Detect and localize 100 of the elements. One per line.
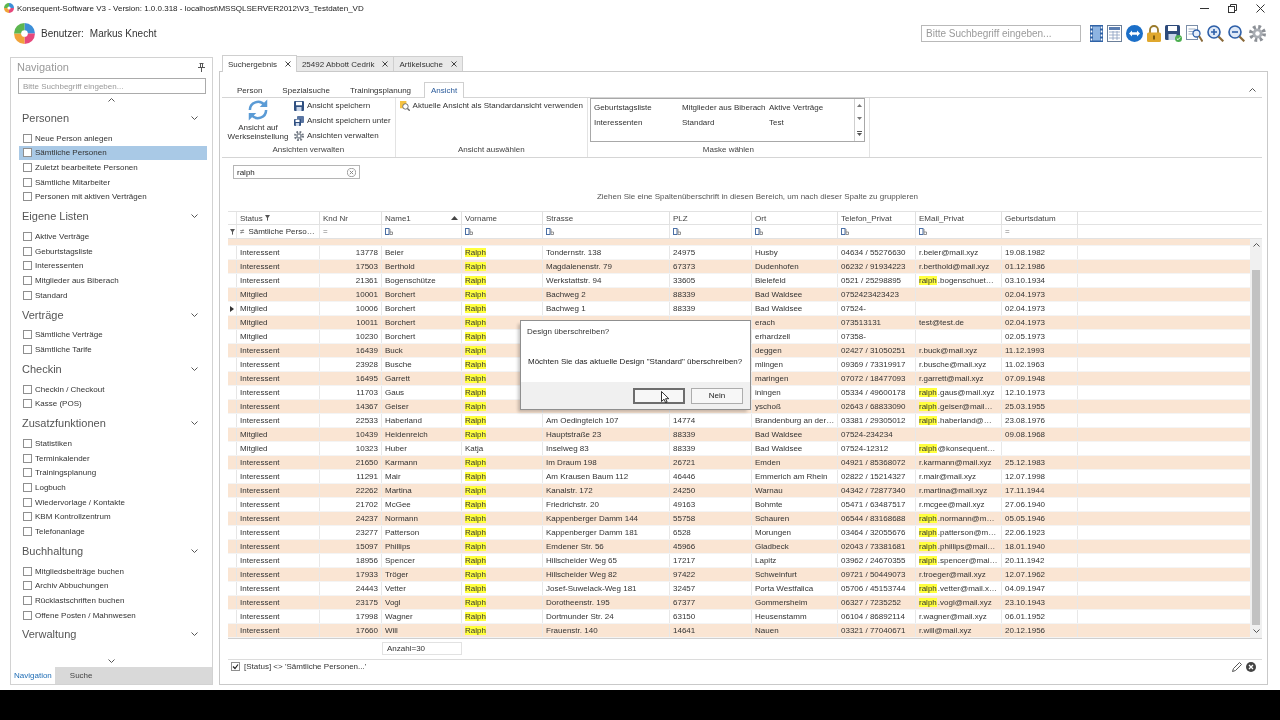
nav-item[interactable]: Statistiken [19,436,207,451]
nav-item[interactable]: Logbuch [19,480,207,495]
column-header[interactable]: PLZ [670,212,752,224]
clear-icon[interactable] [347,167,356,177]
panel-tab[interactable]: Suche [54,667,212,684]
ribbon-tab[interactable]: Person [230,82,270,97]
table-row[interactable]: Interessent 24443 Vetter Ralph Josef-Suwelack-Weg 181 32457 Porta Westfalica 05706 / 45153744 ralph.vetter@mail.x… 04.09.1947 [228,582,1250,596]
group-header[interactable]: Personen [19,106,207,131]
document-tab[interactable]: 25492 Abbott Cedrik [295,56,395,71]
filter-icon[interactable] [229,228,235,235]
text-filter-icon[interactable] [673,228,681,235]
nav-item[interactable]: Trainingsplanung [19,465,207,481]
ribbon-button[interactable]: Ansicht auf Werkseinstellung [226,98,290,143]
gallery-item[interactable]: Interessenten [592,115,681,130]
column-header[interactable]: Ort [752,212,838,224]
search-field[interactable]: ralph [233,165,360,179]
column-header[interactable]: Telefon_Privat [838,212,916,224]
table-row[interactable]: Interessent 21702 McGee Ralph Friedrichstr. 20 49163 Bohmte 05471 / 63487517 r.mcgee@mail.xyz 27.06.1940 [228,498,1250,512]
close-icon[interactable] [382,61,389,67]
table-row[interactable]: Interessent 23175 Vogl Ralph Dorotheenstr. 195 67377 Gommersheim 06327 / 7235252 ralph.vogl@mail.xyz 23.10.1943 [228,596,1250,610]
nav-item[interactable]: Mitgliedsbeiträge buchen [19,563,207,579]
document-tab[interactable]: Artikelsuche [393,56,463,71]
search-field[interactable]: Bitte Suchbegriff eingeben... [921,24,1081,42]
table-row[interactable]: Interessent 17503 Berthold Ralph Magdalenenstr. 79 67373 Dudenhofen 06232 / 91934223 r.berthold@mail.xyz 01.12.1986 [228,260,1250,274]
nav-item[interactable]: Aktive Verträge [19,229,207,244]
save-icon[interactable] [1165,24,1182,42]
search-field[interactable]: Bitte Suchbegriff eingeben... [18,78,206,94]
table-row[interactable]: Mitglied 10323 Huber Katja Inselweg 83 88339 Bad Waldsee 07524-12312 ralph@konsequent… [228,442,1250,456]
table-row[interactable]: Interessent 15097 Phillips Ralph Emdener Str. 56 45966 Gladbeck 02043 / 73381681 ralph.phillips@mail… 18.01.1940 [228,540,1250,554]
column-header[interactable]: EMail_Privat [916,212,1002,224]
scroll-up-icon[interactable] [856,104,862,108]
table-row[interactable]: Interessent 18956 Spencer Ralph Hillscheider Weg 65 17217 Lapitz 03962 / 24670355 ralph.spencer@mai… 20.11.1942 [228,554,1250,568]
pencil-icon[interactable] [1232,661,1242,672]
column-header[interactable]: Knd Nr [320,212,382,224]
row-indicator[interactable] [228,302,237,315]
nav-item[interactable]: Offene Posten / Mahnwesen [19,607,207,623]
column-header[interactable]: Name1 [382,212,462,224]
table-row[interactable]: Mitglied 10001 Borchert Ralph Bachweg 2 88339 Bad Waldsee 0752423423423 02.04.1973 [228,288,1250,302]
nav-item[interactable]: Interessenten [19,258,207,274]
text-filter-icon[interactable] [841,228,849,235]
table-row[interactable]: Interessent 22533 Haberland Ralph Am Oedingteich 107 14774 Brandenburg an der… 03381 / 29305012 ralph.haberland@… 23.08.1976 [228,414,1250,428]
collapse-ribbon-icon[interactable] [1249,87,1256,92]
zoom-in-icon[interactable] [1207,24,1224,42]
close-icon[interactable] [1256,3,1265,13]
nav-item[interactable]: Personen mit aktiven Verträgen [19,189,207,205]
table-row[interactable]: Interessent 17998 Wagner Ralph Dortmunder Str. 24 63150 Heusenstamm 06104 / 86892114 r.wagner@mail.xyz 06.01.1952 [228,610,1250,624]
settings-icon[interactable] [1249,24,1266,42]
clear-filter-icon[interactable] [1246,661,1256,672]
film-strip-icon[interactable] [1090,24,1103,42]
ribbon-button[interactable]: Ansicht speichern unter [294,113,391,128]
nav-item[interactable]: Standard [19,287,207,303]
scroll-up-icon[interactable] [1252,243,1260,247]
nav-item[interactable]: Geburtstagsliste [19,243,207,259]
table-document-icon[interactable] [1107,24,1122,42]
gallery-item[interactable]: Mitglieder aus Biberach [680,100,768,115]
filter-operator[interactable]: ≠ [240,227,245,236]
scroll-down-icon[interactable] [108,659,115,663]
table-row[interactable]: Interessent 17660 Will Ralph Frauenstr. 140 14641 Nauen 03321 / 77040671 r.will@mail.xyz 20.12.1956 [228,624,1250,638]
table-row[interactable]: Interessent 23277 Patterson Ralph Kappenberger Damm 181 6528 Morungen 03464 / 32055676 ralph.patterson@m… 22.06.1923 [228,526,1250,540]
scroll-up-icon[interactable] [108,98,115,102]
dialog-button[interactable]: Nein [691,387,743,404]
nav-item[interactable]: Sämtliche Tarife [19,342,207,357]
nav-item[interactable]: Terminkalender [19,450,207,466]
nav-item[interactable]: Wiedervorlage / Kontakte [19,494,207,510]
document-tab[interactable]: Suchergebnis [222,55,297,72]
table-row[interactable]: Mitglied 10006 Borchert Ralph Bachweg 1 88339 Bad Waldsee 07524- 02.04.1973 [228,302,1250,316]
nav-item[interactable]: Sämtliche Mitarbeiter [19,174,207,190]
column-header[interactable]: Vorname [462,212,543,224]
nav-item[interactable]: Sämtliche Personen [19,145,207,161]
nav-item[interactable]: Neue Person anlegen [19,131,207,146]
close-icon[interactable] [284,61,291,67]
table-row[interactable]: Interessent 21361 Bogenschütze Ralph Werkstattstr. 94 33605 Bielefeld 0521 / 25298895 ralph.bogenschuet… 03.10.1934 [228,274,1250,288]
group-header[interactable]: Verträge [19,302,207,328]
nav-item[interactable]: Checkin / Checkout [19,381,207,397]
group-header[interactable]: Zusatzfunktionen [19,411,207,437]
gallery-item[interactable]: Geburtstagsliste [592,100,681,115]
nav-item[interactable]: Kasse (POS) [19,396,207,412]
table-row[interactable]: Interessent 21650 Karmann Ralph Im Draum 198 26721 Emden 04921 / 85368072 r.karmann@mail.xyz 25.12.1983 [228,456,1250,470]
document-magnifier-icon[interactable] [1186,24,1203,42]
filter-operator[interactable]: = [1005,227,1010,236]
gallery-item[interactable]: Aktive Verträge [767,100,854,115]
column-header[interactable]: Strasse [543,212,670,224]
nav-item[interactable]: Mitglieder aus Biberach [19,273,207,288]
lock-icon[interactable] [1147,24,1161,42]
nav-item[interactable]: Archiv Abbuchungen [19,578,207,594]
filter-value[interactable]: Sämtliche Perso… [248,227,315,236]
column-header[interactable]: Status [237,212,320,224]
nav-item[interactable]: Telefonanlage [19,524,207,539]
group-header[interactable]: Checkin [19,356,207,382]
text-filter-icon[interactable] [919,228,927,235]
ribbon-tab[interactable]: Ansicht [424,82,465,98]
filter-expression[interactable]: [Status] <> 'Sämtliche Personen...' [244,662,367,671]
text-filter-icon[interactable] [385,228,393,235]
checkbox-icon[interactable] [231,662,240,671]
group-header[interactable]: Buchhaltung [19,538,207,564]
text-filter-icon[interactable] [755,228,763,235]
table-row[interactable]: Interessent 17933 Tröger Ralph Hillscheider Weg 82 97422 Schweinfurt 09721 / 50449073 r.troeger@mail.xyz 12.07.1962 [228,568,1250,582]
scroll-down-icon[interactable] [1252,629,1260,633]
nav-item[interactable]: Rücklastschriften buchen [19,593,207,608]
scrollbar-thumb[interactable] [1252,270,1260,625]
